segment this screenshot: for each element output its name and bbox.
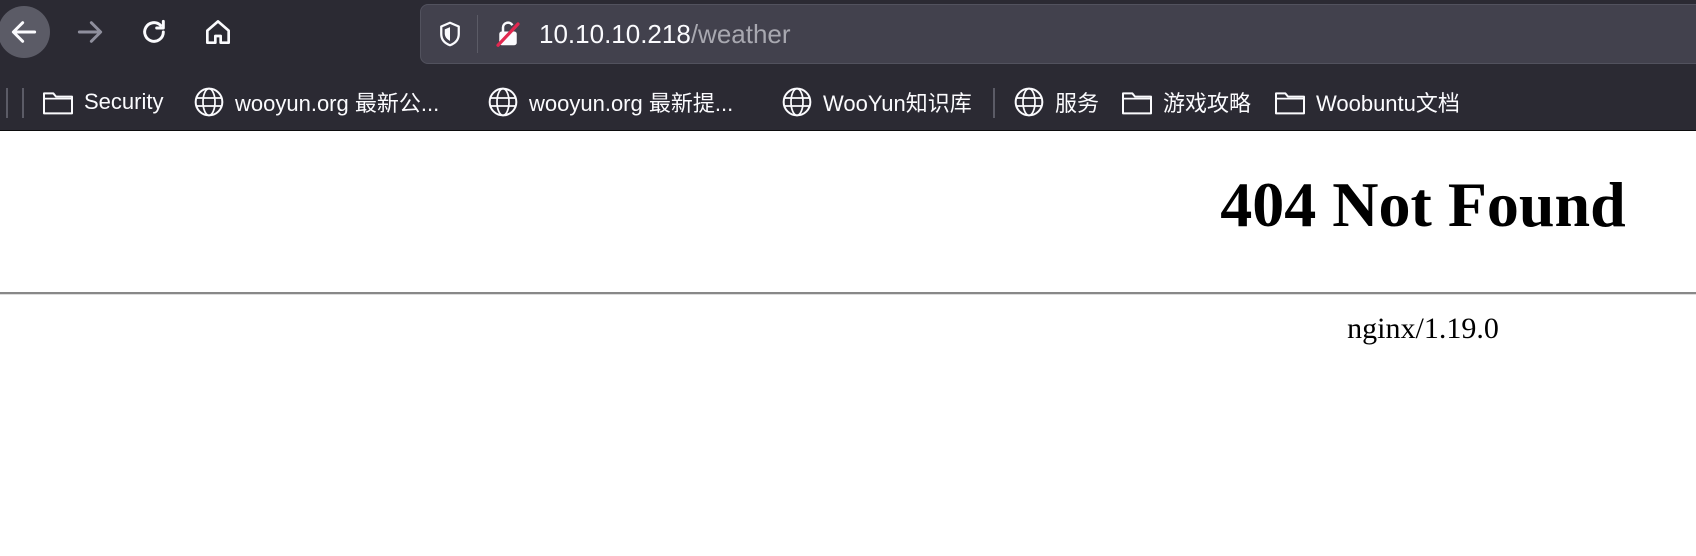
url-host: 10.10.10.218	[539, 19, 691, 49]
bookmark-label: wooyun.org 最新提...	[529, 91, 734, 116]
bookmark-wooyun-submissions[interactable]: wooyun.org 最新提...	[487, 84, 733, 120]
server-signature: nginx/1.19.0	[1347, 312, 1499, 345]
folder-icon	[42, 86, 74, 118]
page-content: 404 Not Found nginx/1.19.0	[0, 131, 1696, 556]
reload-button[interactable]	[134, 12, 174, 52]
back-button[interactable]	[0, 6, 50, 58]
bookmark-label: Security	[84, 89, 164, 114]
bookmark-folder-woobuntu-docs[interactable]: Woobuntu文档	[1274, 84, 1460, 120]
bookmark-wooyun-announcements[interactable]: wooyun.org 最新公...	[193, 84, 439, 120]
url-bar-divider	[477, 15, 478, 53]
bookmarks-separator	[6, 88, 8, 118]
bookmark-services[interactable]: 服务	[1013, 84, 1099, 120]
home-button[interactable]	[198, 12, 238, 52]
bookmark-label: 游戏攻略	[1163, 91, 1252, 116]
globe-icon	[781, 86, 813, 118]
arrow-left-icon	[11, 21, 37, 43]
bookmarks-separator	[22, 88, 24, 118]
globe-icon	[1013, 86, 1045, 118]
url-bar[interactable]: 10.10.10.218/weather	[420, 4, 1696, 64]
folder-icon	[1274, 86, 1306, 118]
folder-icon	[1121, 86, 1153, 118]
arrow-right-icon	[77, 21, 103, 43]
page-title: 404 Not Found	[1220, 169, 1626, 240]
bookmarks-separator	[993, 88, 995, 118]
forward-button[interactable]	[70, 12, 110, 52]
insecure-lock-icon[interactable]	[493, 19, 523, 49]
bookmark-folder-game-guides[interactable]: 游戏攻略	[1121, 84, 1251, 120]
bookmark-folder-security[interactable]: Security	[42, 84, 163, 120]
bookmark-label: WooYun知识库	[823, 91, 972, 116]
bookmarks-toolbar: Security wooyun.org 最新公... wooyun.org 最新…	[0, 78, 1696, 126]
bookmark-wooyun-knowledge[interactable]: WooYun知识库	[781, 84, 972, 120]
bookmark-label: 服务	[1055, 91, 1100, 116]
globe-icon	[193, 86, 225, 118]
home-icon	[206, 20, 230, 44]
browser-toolbar: 10.10.10.218/weather Security wooyun.org…	[0, 0, 1696, 131]
url-text[interactable]: 10.10.10.218/weather	[539, 19, 791, 49]
bookmark-label: wooyun.org 最新公...	[235, 91, 440, 116]
globe-icon	[487, 86, 519, 118]
horizontal-rule	[0, 292, 1696, 295]
reload-icon	[143, 19, 165, 43]
url-path: /weather	[690, 19, 791, 49]
bookmark-label: Woobuntu文档	[1316, 91, 1460, 116]
tracking-protection-shield-icon[interactable]	[435, 19, 465, 49]
